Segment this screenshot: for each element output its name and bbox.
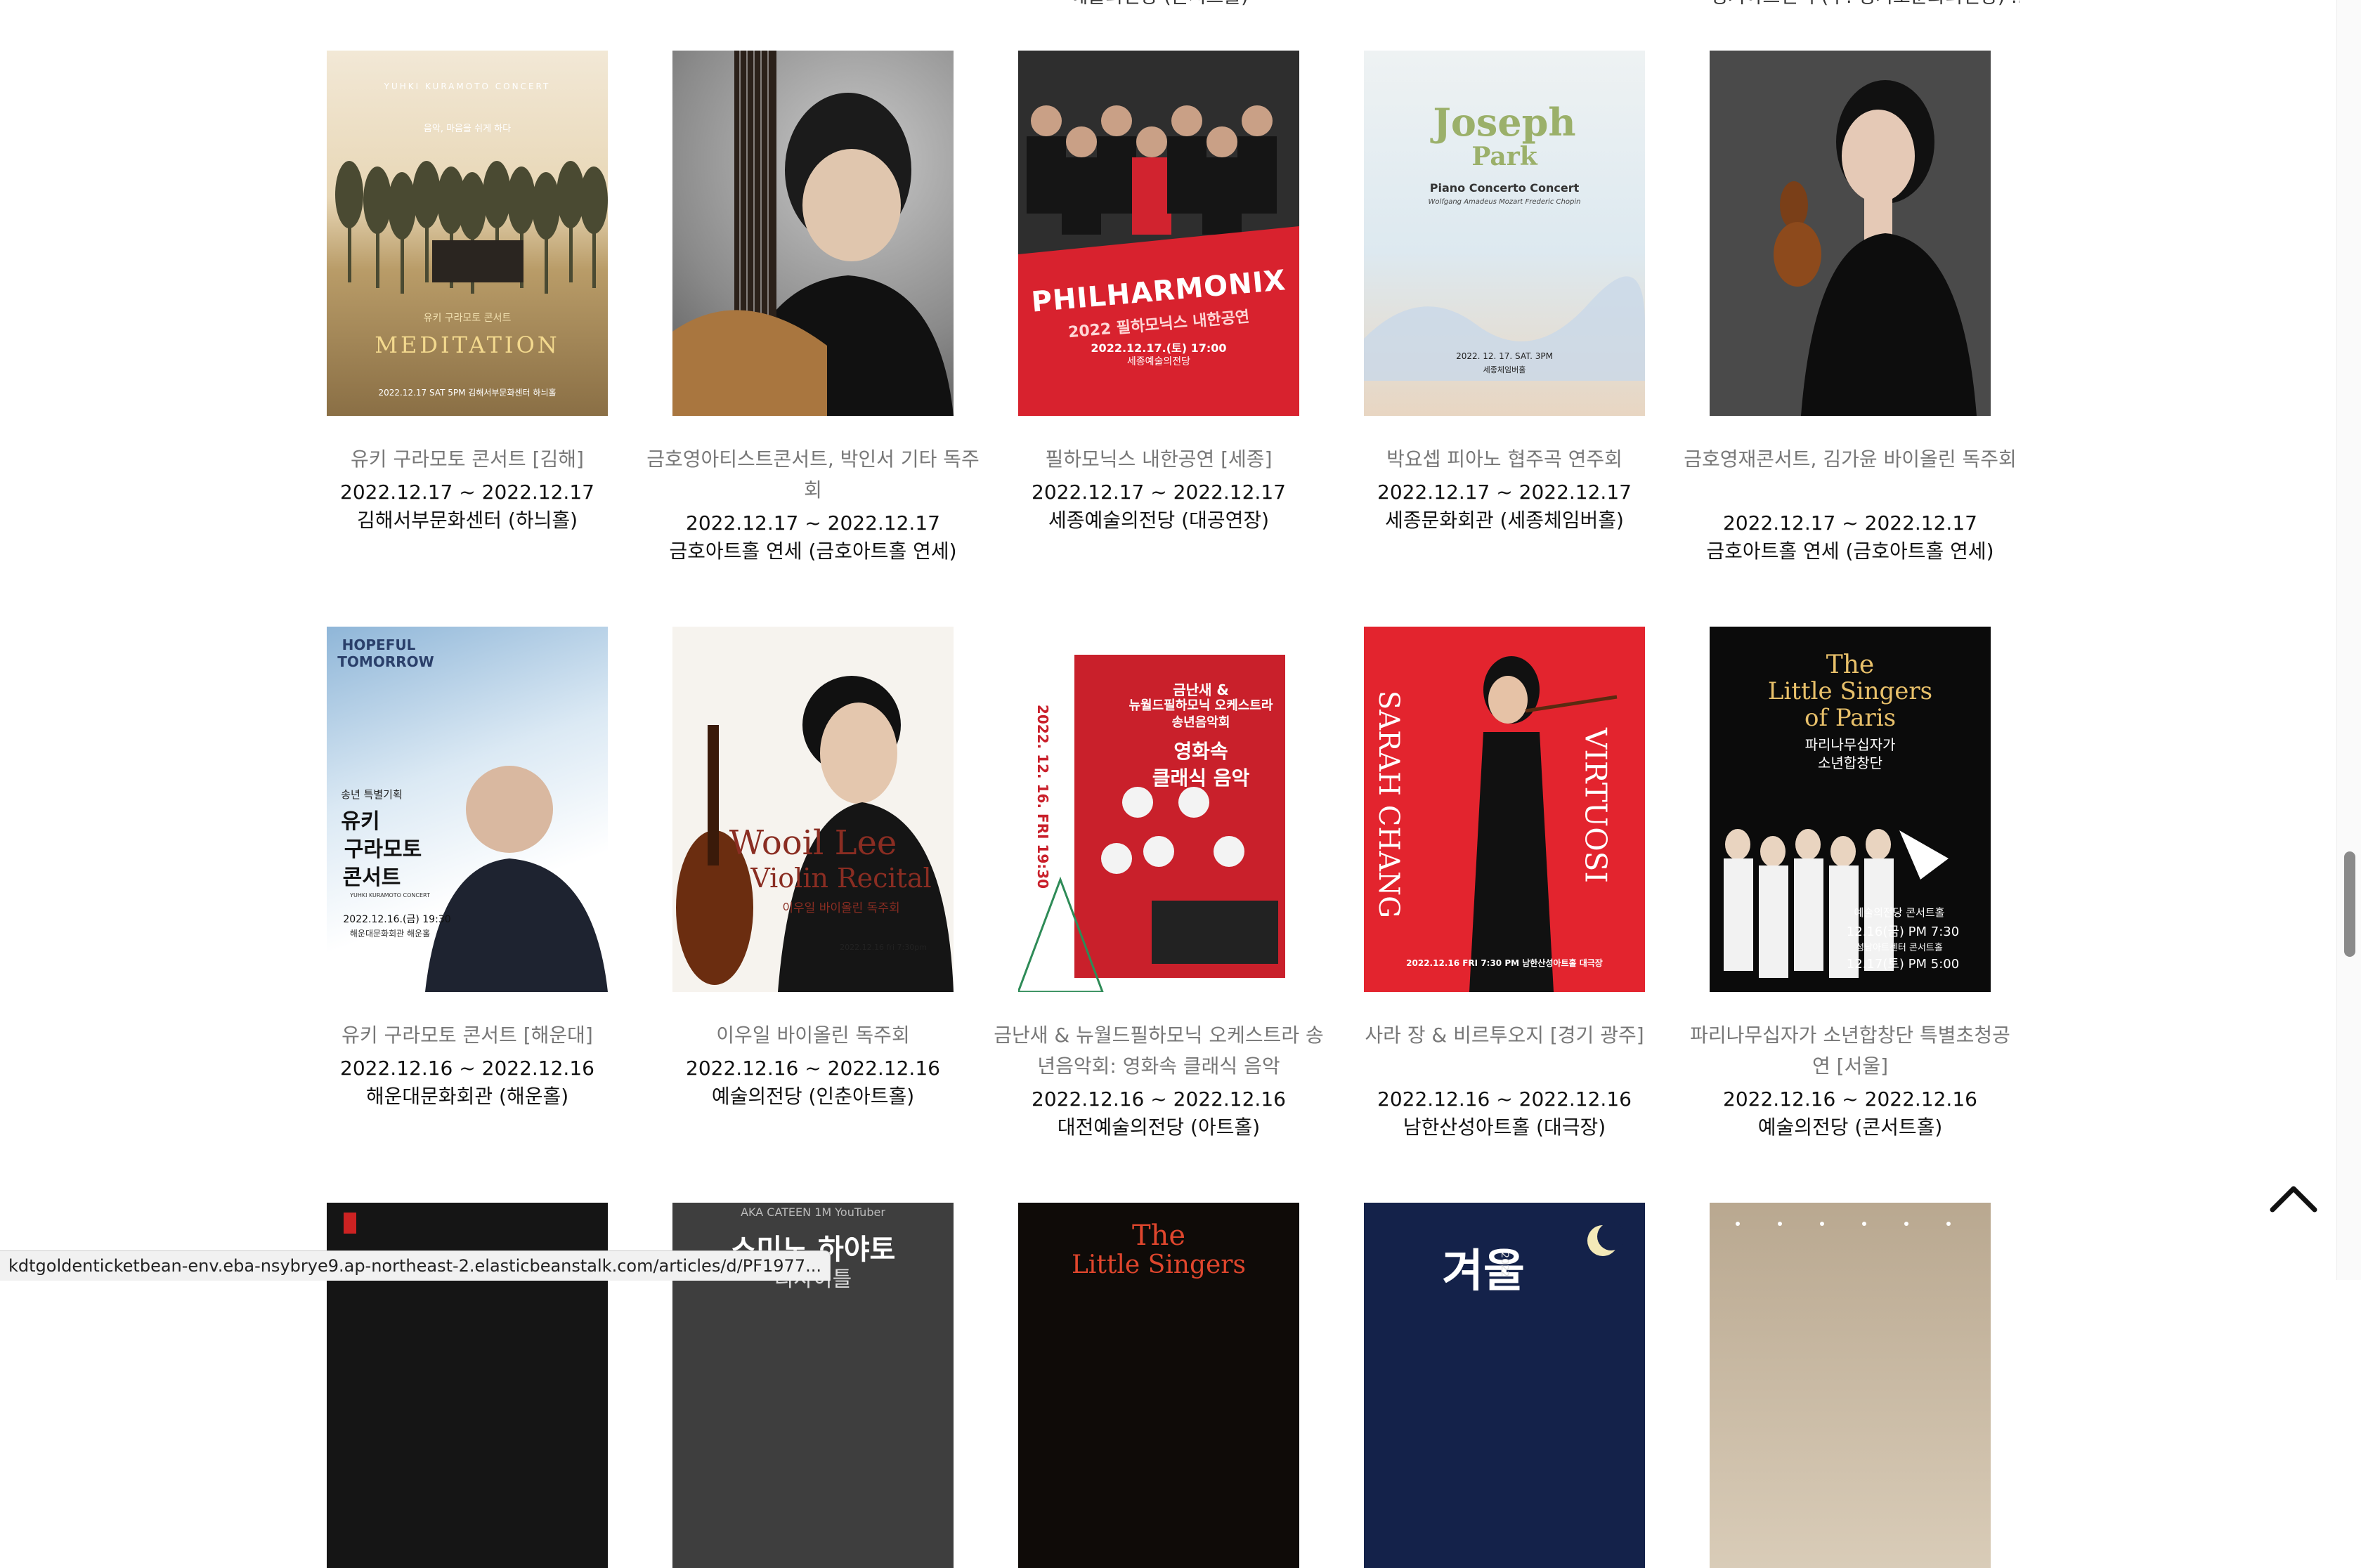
performance-title[interactable]: 필하모닉스 내한공연 [세종] xyxy=(990,444,1327,475)
poster-text: 2022.12.17 SAT 5PM 김해서부문화센터 하늬홀 xyxy=(378,388,557,398)
poster-image[interactable]: Wooil Lee Violin Recital 이우일 바이올린 독주회 2022.… xyxy=(672,627,954,992)
poster-text: Little Singers xyxy=(1071,1250,1246,1279)
performance-dates: 2022.12.16 ~ 2022.12.16 xyxy=(686,1057,940,1080)
performance-title[interactable]: 금호영재콘서트, 김가윤 바이올린 독주회 xyxy=(1682,444,2019,475)
performance-dates: 2022.12.17 ~ 2022.12.17 xyxy=(1032,481,1286,504)
performance-dates: 2022.12.17 ~ 2022.12.17 xyxy=(340,481,594,504)
scroll-to-top-icon[interactable] xyxy=(2268,1180,2319,1215)
poster-text: 유키 구라모토 콘서트 xyxy=(423,313,512,324)
poster-image[interactable]: 겨울 2022 xyxy=(1364,1203,1645,1568)
top-caption-venue: 경기아트센터 (구. 경기도문화의전당) ... xyxy=(1710,0,2019,13)
performance-venue: 대전예술의전당 (아트홀) xyxy=(1057,1116,1261,1139)
performance-title[interactable]: 사라 장 & 비르투오지 [경기 광주] xyxy=(1336,1020,1673,1051)
performance-dates: 2022.12.16 ~ 2022.12.16 xyxy=(1032,1087,1286,1111)
poster-text: Joseph xyxy=(1433,100,1576,145)
performance-venue: 금호아트홀 연세 (금호아트홀 연세) xyxy=(669,540,957,563)
performance-dates: 2022.12.17 ~ 2022.12.17 xyxy=(1377,481,1632,504)
poster-image[interactable] xyxy=(1710,51,1991,416)
performance-venue: 예술의전당 (인춘아트홀) xyxy=(711,1085,915,1108)
performance-title[interactable]: 유키 구라모토 콘서트 [김해] xyxy=(299,444,636,475)
performance-dates: 2022.12.17 ~ 2022.12.17 xyxy=(1723,511,1977,535)
performance-dates: 2022.12.16 ~ 2022.12.16 xyxy=(340,1057,594,1080)
status-bar-link: kdtgoldenticketbean-env.eba-nsybrye9.ap-… xyxy=(0,1250,831,1281)
performance-venue: 금호아트홀 연세 (금호아트홀 연세) xyxy=(1706,540,1994,563)
poster-text: Park xyxy=(1471,142,1537,171)
poster-image[interactable]: SARAH CHANGVIRTUOSI사라 장 & 비르투오지2022.12.1… xyxy=(1364,627,1645,992)
performance-venue: 예술의전당 (콘서트홀) xyxy=(1757,1116,1943,1139)
performance-grid: 예술의전당 (콘서트홀) 경기아트센터 (구. 경기도문화의전당) ... YU… xyxy=(0,0,2319,1568)
poster-image[interactable]: Joseph Park Piano Concerto Concert Wolfgang… xyxy=(1364,51,1645,416)
scrollbar[interactable] xyxy=(2336,0,2361,1280)
scrollbar-thumb[interactable] xyxy=(2344,851,2355,957)
poster-image[interactable]: HOPEFUL TOMORROW 송년 특별기획 유키 구라모토 콘서트 YUHKI KUR… xyxy=(327,627,608,992)
performance-venue: 김해서부문화센터 (하늬홀) xyxy=(356,509,578,532)
performance-venue: 세종예술의전당 (대공연장) xyxy=(1048,509,1270,532)
poster-text: The xyxy=(1131,1220,1186,1252)
performance-venue: 남한산성아트홀 (대극장) xyxy=(1403,1116,1606,1139)
poster-text: YUHKI KURAMOTO CONCERT xyxy=(384,81,551,91)
performance-title[interactable]: 파리나무십자가 소년합창단 특별초청공연 [서울] xyxy=(1682,1020,2019,1082)
performance-venue: 세종문화회관 (세종체임버홀) xyxy=(1385,509,1624,532)
performance-title[interactable]: 금호영아티스트콘서트, 박인서 기타 독주회 xyxy=(644,444,982,506)
poster-image[interactable]: The Little Singers xyxy=(1018,1203,1299,1568)
poster-text: MEDITATION xyxy=(375,332,560,358)
performance-dates: 2022.12.17 ~ 2022.12.17 xyxy=(686,511,940,535)
poster-image[interactable] xyxy=(1710,1203,1991,1568)
performance-dates: 2022.12.16 ~ 2022.12.16 xyxy=(1377,1087,1632,1111)
performance-dates: 2022.12.16 ~ 2022.12.16 xyxy=(1723,1087,1977,1111)
poster-text: AKA CATEEN 1M YouTuber xyxy=(741,1206,885,1219)
performance-title[interactable]: 이우일 바이올린 독주회 xyxy=(644,1020,982,1051)
performance-title[interactable]: 유키 구라모토 콘서트 [해운대] xyxy=(299,1020,636,1051)
performance-title[interactable]: 박요셉 피아노 협주곡 연주회 xyxy=(1336,444,1673,475)
poster-image[interactable]: YUHKI KURAMOTO CONCERT 음악, 마음을 쉬게 하다유키 구라… xyxy=(327,51,608,416)
poster-text: Piano Concerto Concert xyxy=(1429,181,1580,195)
poster-image[interactable] xyxy=(672,51,954,416)
poster-text: Wolfgang Amadeus Mozart Frederic Chopin xyxy=(1428,198,1581,206)
poster-image[interactable]: PHILHARMONIX 2022 필하모닉스 내한공연 2022.12.17.(토… xyxy=(1018,51,1299,416)
poster-image[interactable]: The Little Singers of Paris 파리나무십자가 소년합창단 예술의… xyxy=(1710,627,1991,992)
top-caption-venue: 예술의전당 (콘서트홀) xyxy=(1005,0,1314,13)
poster-image[interactable]: 금난새 & 뉴월드필하모닉 오케스트라 송년음악회 영화속 클래식 음악 2022. 12… xyxy=(1018,627,1299,992)
performance-title[interactable]: 금난새 & 뉴월드필하모닉 오케스트라 송년음악회: 영화속 클래식 음악 xyxy=(990,1020,1327,1082)
poster-text: 음악, 마음을 쉬게 하다 xyxy=(423,124,512,134)
performance-venue: 해운대문화회관 (해운홀) xyxy=(365,1085,569,1108)
